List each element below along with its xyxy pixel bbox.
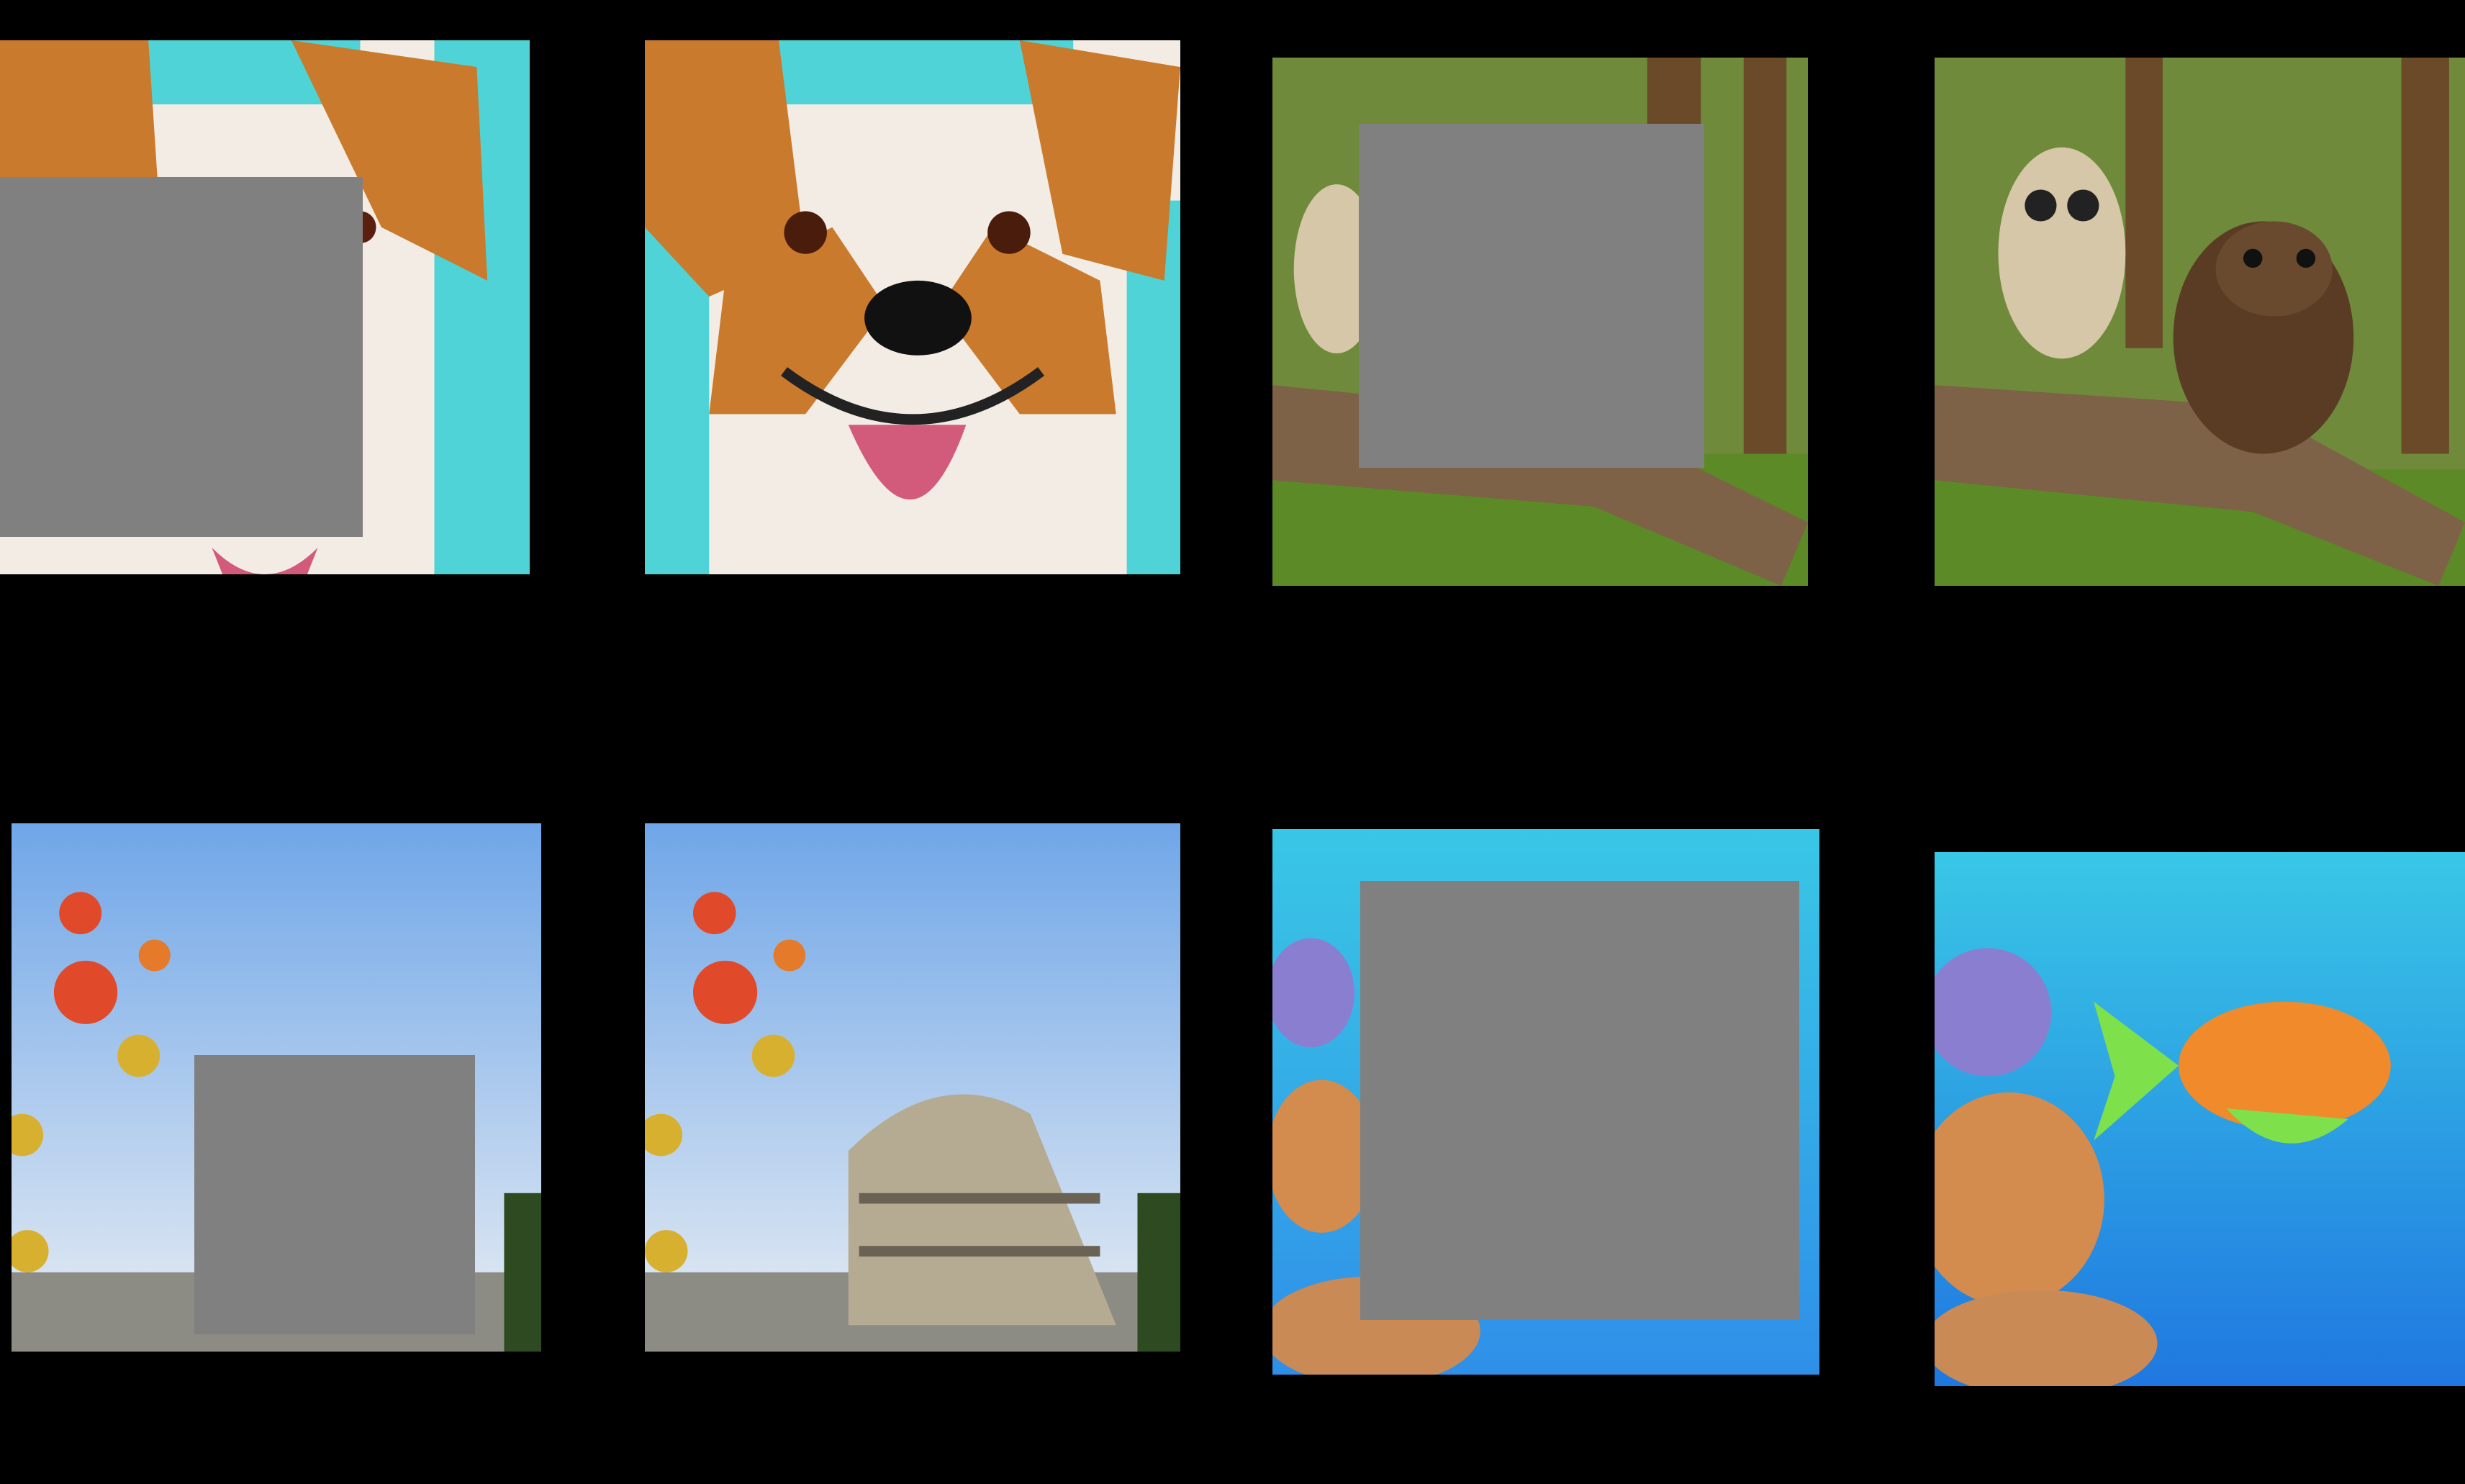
gray-mask — [0, 177, 363, 537]
fish-complete-image — [1935, 852, 2465, 1386]
fish-masked-image — [1272, 829, 1819, 1375]
owl-beaver-complete-image — [1935, 58, 2465, 586]
gray-mask — [1360, 881, 1799, 1320]
colosseum-complete-image — [645, 823, 1180, 1352]
gray-mask — [194, 1055, 475, 1334]
owl-beaver-masked-image — [1272, 58, 1808, 586]
corgi-masked-image — [0, 40, 530, 574]
corgi-complete-image — [645, 40, 1180, 574]
colosseum-masked-image — [12, 823, 541, 1352]
gray-mask — [1359, 124, 1704, 468]
